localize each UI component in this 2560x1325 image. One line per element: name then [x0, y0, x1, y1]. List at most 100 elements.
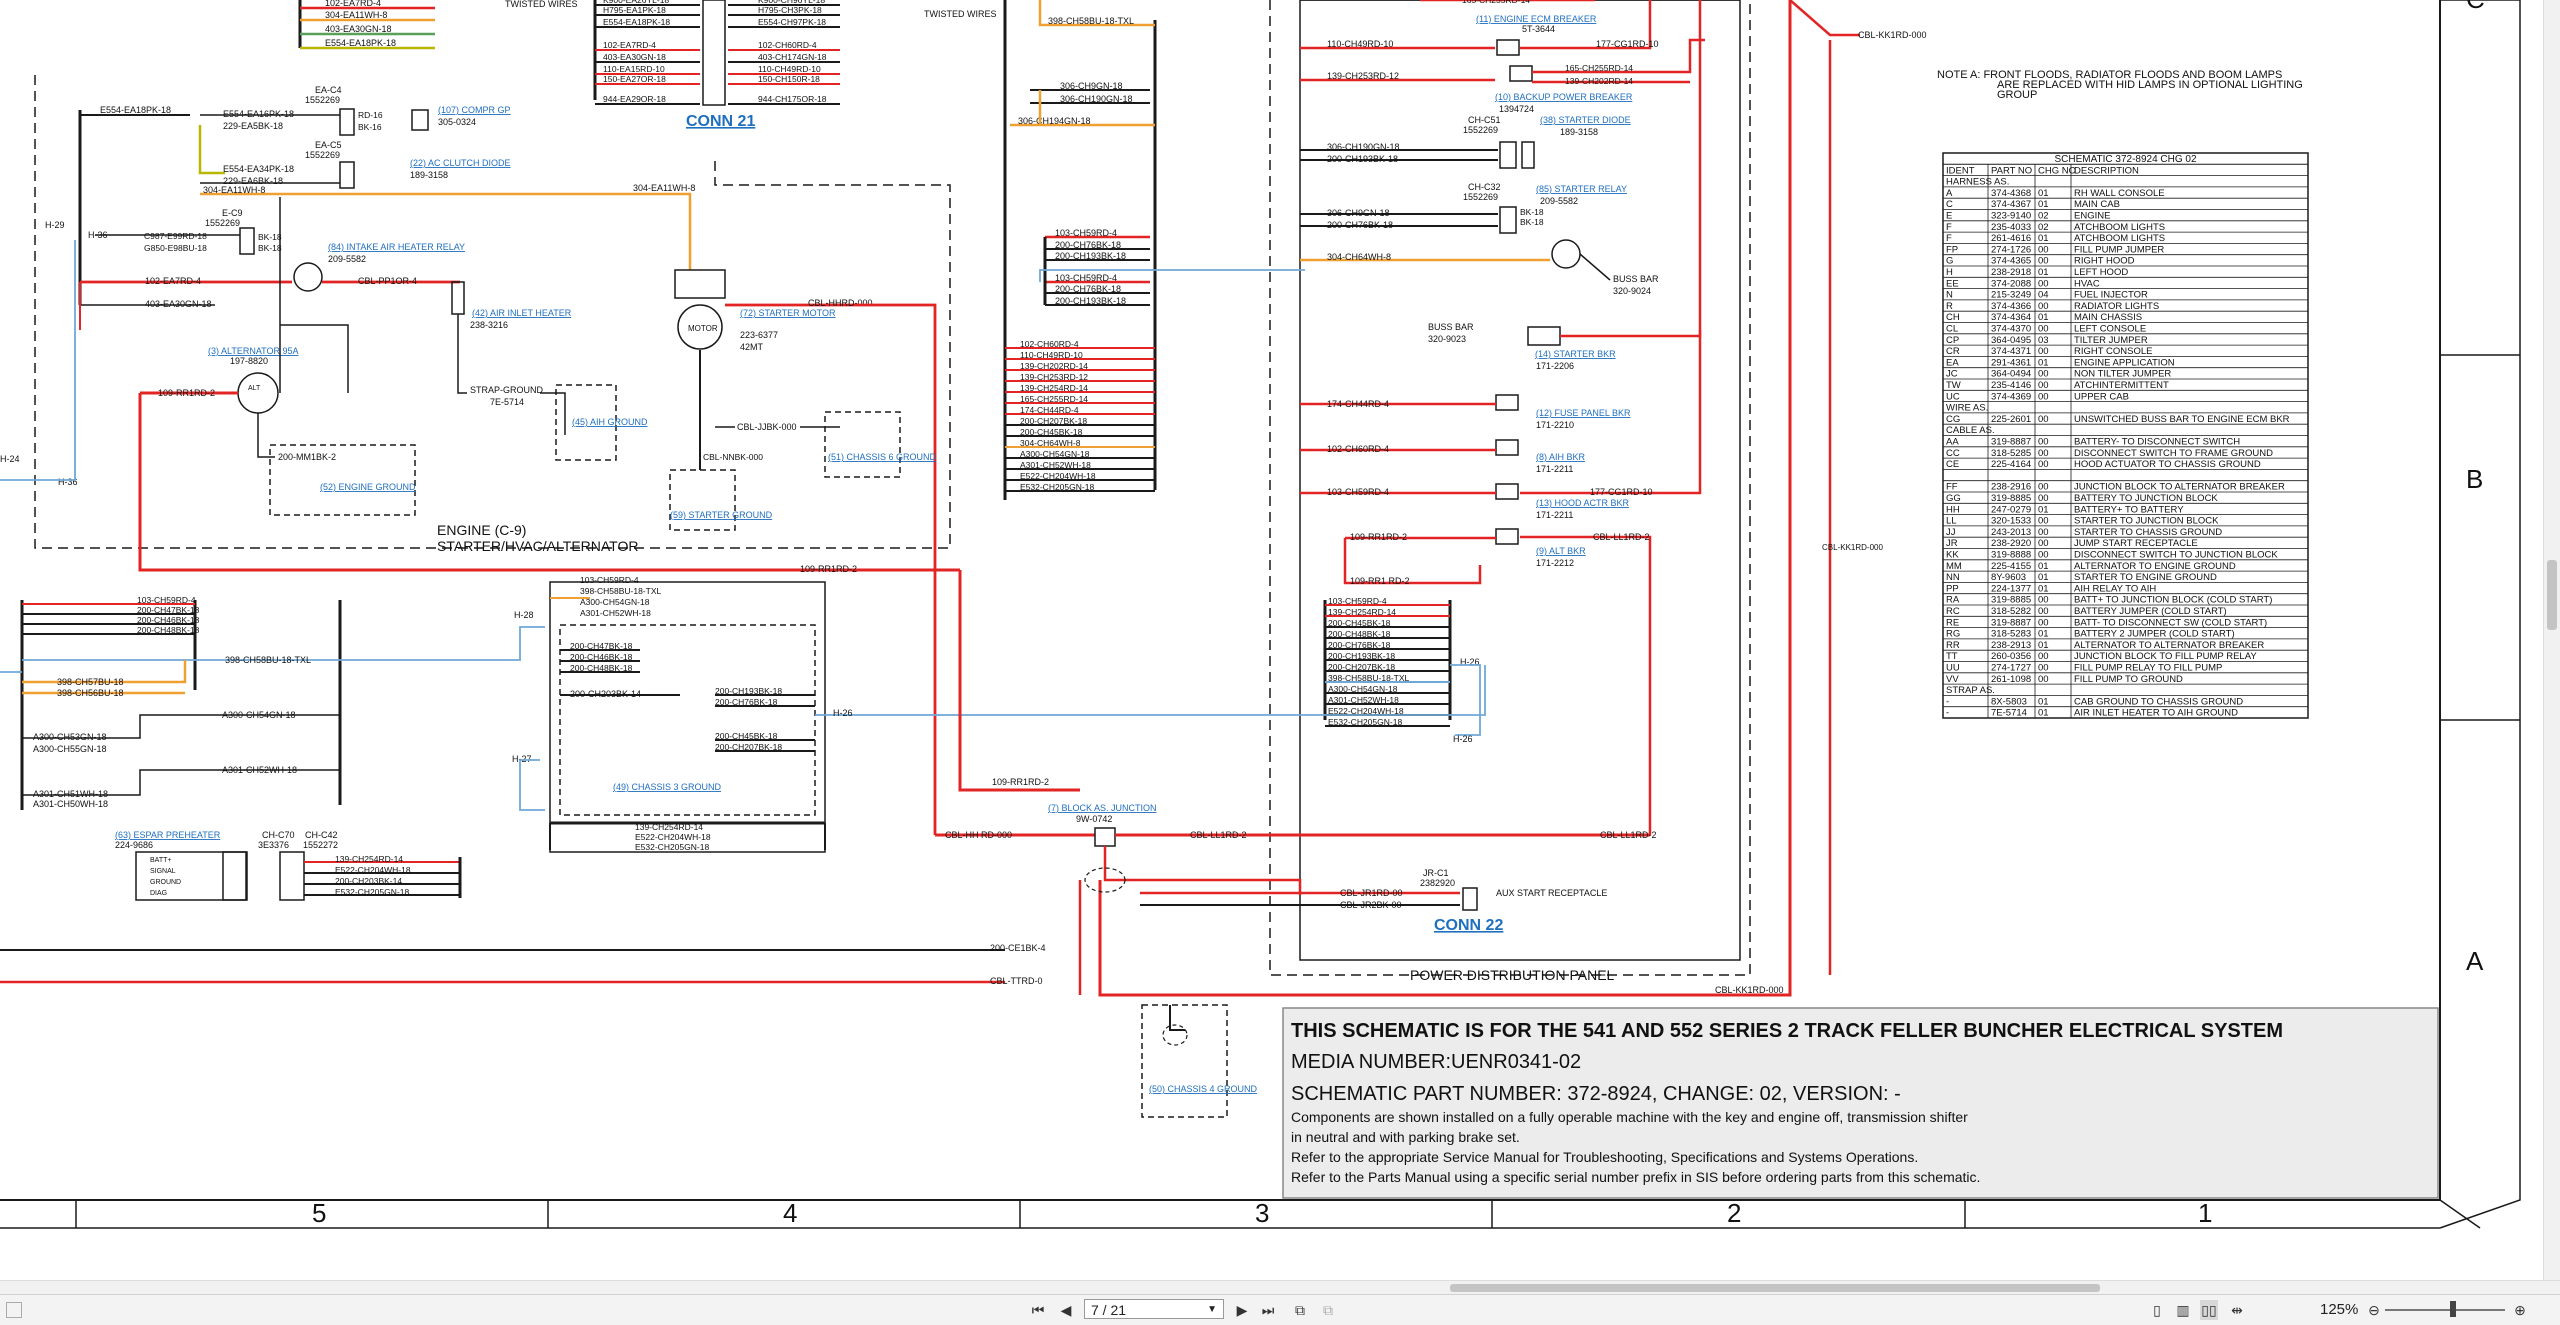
- wire-label: E554-EA16PK-18: [223, 109, 294, 119]
- paste-page-icon[interactable]: ⧉: [1318, 1300, 1338, 1320]
- chassis4-oval: [1162, 1024, 1188, 1046]
- table-cell: FP: [1946, 244, 1958, 255]
- table-cell: UNSWITCHED BUSS BAR TO ENGINE ECM BKR: [2074, 414, 2290, 425]
- zoom-in-icon[interactable]: ⊕: [2512, 1300, 2528, 1320]
- wire-label: 139-CH202RD-14: [1020, 361, 1088, 371]
- table-cell: RC: [1946, 606, 1960, 617]
- wire-label: A301-CH52WH-18: [1020, 460, 1091, 470]
- first-page-icon[interactable]: ⏮: [1030, 1300, 1046, 1320]
- table-cell: TW: [1946, 380, 1961, 391]
- table-cell: 00: [2038, 493, 2049, 504]
- table-cell: 215-3249: [1991, 290, 2031, 301]
- vertical-scroll-thumb[interactable]: [2547, 560, 2557, 630]
- table-cell: JC: [1946, 369, 1958, 380]
- table-cell: PP: [1946, 583, 1959, 594]
- table-cell: RG: [1946, 629, 1960, 640]
- wire-label: E532-CH205GN-18: [1020, 482, 1094, 492]
- title-block-line1: THIS SCHEMATIC IS FOR THE 541 AND 552 SE…: [1291, 1020, 2283, 1042]
- table-cell: CABLE AS.: [1946, 425, 1995, 436]
- table-cell: ENGINE APPLICATION: [2074, 357, 2175, 368]
- table-cell: ATCHINTERMITTENT: [2074, 380, 2169, 391]
- label: 1552269: [305, 150, 340, 160]
- wire-label: 200-CH48BK-18: [137, 625, 200, 635]
- sidebar-toggle-icon[interactable]: [6, 1302, 22, 1318]
- table-cell: G: [1946, 256, 1953, 267]
- connector-ch-c32: [1499, 206, 1517, 234]
- table-cell: STARTER TO JUNCTION BLOCK: [2074, 516, 2219, 527]
- wire-label: 103-CH59RD-4: [1327, 487, 1389, 497]
- wire-label: 200-CH45BK-18: [715, 731, 778, 741]
- table-cell: 01: [2038, 233, 2049, 244]
- table-cell: 8Y-9603: [1991, 572, 2026, 583]
- zone-number: 2: [1727, 1198, 1741, 1228]
- wire-label: BK-18: [1520, 207, 1544, 217]
- wire-label: BK-16: [358, 122, 382, 132]
- table-cell: JUMP START RECEPTACLE: [2074, 538, 2198, 549]
- title-block-line7: Refer to the Parts Manual using a specif…: [1291, 1169, 1980, 1185]
- zoom-slider-thumb[interactable]: [2450, 1301, 2456, 1317]
- label: 209-5582: [328, 254, 366, 264]
- wire-label: 200-CH203BK-14: [570, 689, 641, 699]
- twisted-wires-label: TWISTED WIRES: [505, 0, 578, 9]
- copy-page-icon[interactable]: ⧉: [1290, 1300, 1310, 1320]
- wire-label: A300-CH54GN-18: [222, 710, 296, 720]
- previous-page-icon[interactable]: ◀: [1058, 1300, 1074, 1320]
- wire-label: CBL-HHRD-000: [808, 298, 873, 308]
- wire: [457, 314, 467, 394]
- table-cell: BATTERY- TO DISCONNECT SWITCH: [2074, 437, 2240, 448]
- wire-label: 200-CH45BK-18: [1020, 427, 1083, 437]
- table-cell: 319-8885: [1991, 493, 2031, 504]
- wire-label: 944-EA29OR-18: [603, 94, 666, 104]
- two-page-view-icon[interactable]: ▯▯: [2200, 1300, 2218, 1320]
- continuous-view-icon[interactable]: ▥: [2174, 1300, 2192, 1320]
- fit-width-icon[interactable]: ⇹: [2228, 1300, 2246, 1320]
- wire-label: A301-CH51WH-18: [33, 789, 108, 799]
- table-cell: R: [1946, 301, 1953, 312]
- schematic-viewport[interactable]: 5 4 3 2 1 C B A ENGINE (C-9)STARTER/HVAC/ALTERNA…: [0, 0, 2560, 1280]
- table-cell: 374-4364: [1991, 312, 2031, 323]
- schematic-canvas: 5 4 3 2 1 C B A ENGINE (C-9)STARTER/HVAC/ALTERNA…: [0, 0, 2521, 1229]
- next-page-icon[interactable]: ▶: [1234, 1300, 1250, 1320]
- wire-label: 109-RR1RD-2: [992, 777, 1049, 787]
- label: CH-C51: [1468, 115, 1501, 125]
- starter-solenoid: [674, 269, 726, 299]
- zoom-out-icon[interactable]: ⊖: [2366, 1300, 2382, 1320]
- horizontal-scroll-thumb[interactable]: [1450, 1284, 2100, 1292]
- relay-symbol: [293, 262, 323, 292]
- wire: [0, 240, 76, 481]
- table-cell: 374-4365: [1991, 256, 2031, 267]
- fuse-panel-bkr-link: (12) FUSE PANEL BKR: [1536, 408, 1631, 418]
- table-cell: 01: [2038, 572, 2049, 583]
- last-page-icon[interactable]: ⏭: [1260, 1300, 1276, 1320]
- horizontal-scrollbar[interactable]: [0, 1280, 2560, 1295]
- frame-outline: [2439, 0, 2521, 1229]
- wire-label: E554-CH97PK-18: [758, 17, 826, 27]
- wire-label: 139-CH254RD-14: [335, 854, 403, 864]
- page-number-input[interactable]: 7 / 21 ▼: [1084, 1299, 1224, 1319]
- breaker-fuse-panel: [1495, 394, 1519, 411]
- single-page-view-icon[interactable]: ▯: [2148, 1300, 2166, 1320]
- table-cell: AIR INLET HEATER TO AIH GROUND: [2074, 708, 2238, 719]
- wire: [1789, 0, 1860, 37]
- table-header: IDENT: [1946, 165, 1975, 176]
- wire-label: E522-CH204WH-18: [335, 865, 411, 875]
- connector-ea-c5: [339, 161, 355, 189]
- wire-label: 150-CH150R-18: [758, 74, 820, 84]
- document-toolbar: ⏮ ◀ 7 / 21 ▼ ▶ ⏭ ⧉ ⧉ ▯ ▥ ▯▯ ⇹ 125% ⊖ ⊕: [0, 1294, 2560, 1325]
- table-cell: JUNCTION BLOCK TO FILL PUMP RELAY: [2074, 651, 2257, 662]
- starter-ground-box: [669, 469, 736, 531]
- wire-label: E532-CH205GN-18: [1328, 717, 1402, 727]
- table-cell: 00: [2038, 595, 2049, 606]
- table-cell: 01: [2038, 640, 2049, 651]
- connector-ea-c4: [339, 108, 355, 136]
- zone-number: 1: [2198, 1198, 2212, 1228]
- starter-diode-link: (38) STARTER DIODE: [1540, 115, 1631, 125]
- compressor-clutch: [411, 109, 429, 131]
- connector-ch-c51: [1499, 141, 1517, 169]
- vertical-scrollbar[interactable]: [2543, 0, 2560, 1280]
- title-block-line6: Refer to the appropriate Service Manual …: [1291, 1149, 1918, 1165]
- table-cell: STARTER TO ENGINE GROUND: [2074, 572, 2217, 583]
- zoom-slider-track[interactable]: [2385, 1309, 2505, 1311]
- page-dropdown-icon[interactable]: ▼: [1207, 1300, 1217, 1320]
- wire-label: CBL-KK1RD-000: [1858, 30, 1927, 40]
